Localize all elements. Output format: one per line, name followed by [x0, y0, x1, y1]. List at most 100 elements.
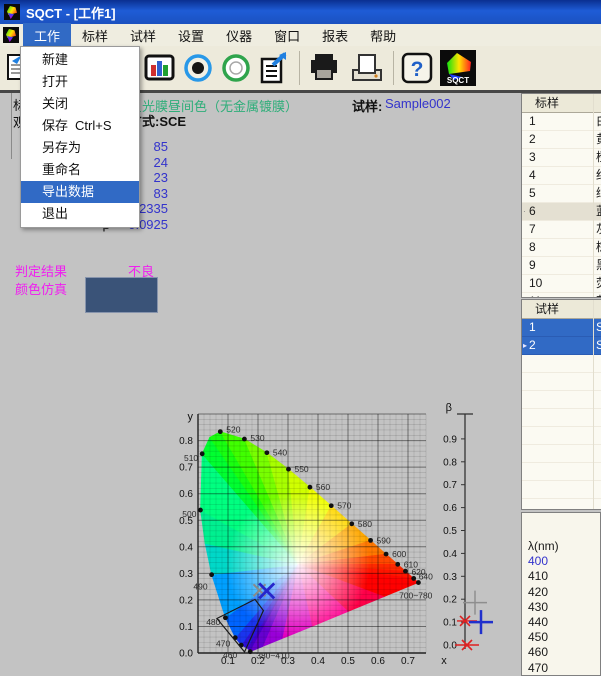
table-row[interactable]: [522, 481, 601, 499]
table-row[interactable]: 1Sample001: [522, 319, 601, 337]
svg-text:y: y: [188, 411, 194, 423]
table-row[interactable]: [522, 373, 601, 391]
export-icon[interactable]: [255, 49, 293, 87]
svg-text:0.2: 0.2: [179, 595, 193, 606]
menu-bar: 工作标样试样设置仪器窗口报表帮助: [0, 24, 601, 47]
svg-text:580: 580: [358, 519, 372, 529]
chart-icon[interactable]: [141, 49, 179, 87]
svg-text:380~410: 380~410: [256, 651, 290, 661]
menu-item-打开[interactable]: 打开: [21, 71, 139, 93]
svg-text:0.6: 0.6: [179, 489, 193, 500]
sample-list-header: 试样: [522, 300, 601, 319]
svg-text:0.2: 0.2: [443, 595, 457, 606]
standard-list-header: 标样: [522, 94, 601, 113]
menu-标样[interactable]: 标样: [71, 23, 119, 48]
table-row[interactable]: [522, 463, 601, 481]
table-row[interactable]: 2黄: [522, 131, 601, 149]
svg-text:0.1: 0.1: [179, 622, 193, 633]
svg-text:470: 470: [216, 639, 230, 649]
svg-text:0.4: 0.4: [311, 656, 325, 667]
svg-text:0.7: 0.7: [443, 480, 457, 491]
table-row[interactable]: 11荧: [522, 293, 601, 298]
help-icon[interactable]: ?: [398, 49, 436, 87]
table-row[interactable]: 8棕: [522, 239, 601, 257]
svg-text:0.5: 0.5: [443, 526, 457, 537]
table-row[interactable]: ▸2Sample002: [522, 337, 601, 355]
svg-text:x: x: [441, 655, 447, 667]
menu-帮助[interactable]: 帮助: [359, 23, 407, 48]
toolbar-separator: [299, 51, 300, 85]
svg-text:0.4: 0.4: [179, 542, 193, 553]
table-row[interactable]: 3橙: [522, 149, 601, 167]
table-row[interactable]: [522, 391, 601, 409]
ring-icon[interactable]: [217, 49, 255, 87]
wavelength-value: 400: [528, 554, 600, 569]
menu-item-保存[interactable]: 保存Ctrl+S: [21, 115, 139, 137]
menu-item-关闭[interactable]: 关闭: [21, 93, 139, 115]
menu-设置[interactable]: 设置: [167, 23, 215, 48]
target-icon[interactable]: [179, 49, 217, 87]
svg-text:0.3: 0.3: [443, 572, 457, 583]
svg-text:490: 490: [193, 582, 207, 592]
svg-text:0.3: 0.3: [179, 569, 193, 580]
svg-text:SQCT: SQCT: [447, 76, 469, 85]
sample-name: Sample002: [385, 96, 451, 111]
table-row[interactable]: [522, 409, 601, 427]
wavelength-value: 420: [528, 585, 600, 600]
document-logo-icon: [3, 27, 19, 43]
svg-text:620: 620: [411, 567, 425, 577]
svg-text:700~780: 700~780: [399, 591, 433, 601]
sample-list-panel: 试样 1Sample001▸2Sample002: [521, 299, 601, 510]
svg-text:460: 460: [223, 650, 237, 660]
app-logo-icon: [4, 4, 20, 20]
table-row[interactable]: 9黑: [522, 257, 601, 275]
svg-text:540: 540: [273, 448, 287, 458]
menu-item-新建[interactable]: 新建: [21, 49, 139, 71]
svg-text:520: 520: [226, 425, 240, 435]
svg-text:500: 500: [182, 509, 196, 519]
table-row[interactable]: 7灰: [522, 221, 601, 239]
menu-仪器[interactable]: 仪器: [215, 23, 263, 48]
print-preview-icon[interactable]: [348, 49, 386, 87]
svg-text:0.8: 0.8: [179, 436, 193, 447]
menu-试样[interactable]: 试样: [119, 23, 167, 48]
table-row[interactable]: 1白: [522, 113, 601, 131]
svg-text:0.6: 0.6: [443, 503, 457, 514]
table-row[interactable]: [522, 427, 601, 445]
menu-工作[interactable]: 工作: [23, 23, 71, 48]
sqct-logo-icon[interactable]: SQCT: [439, 49, 477, 87]
svg-text:610: 610: [404, 559, 418, 569]
svg-text:550: 550: [294, 464, 308, 474]
menu-报表[interactable]: 报表: [311, 23, 359, 48]
menu-item-重命名[interactable]: 重命名: [21, 159, 139, 181]
svg-text:0.6: 0.6: [371, 656, 385, 667]
svg-text:560: 560: [316, 482, 330, 492]
table-row[interactable]: 5绿: [522, 185, 601, 203]
svg-text:0.1: 0.1: [443, 618, 457, 629]
svg-text:590: 590: [377, 535, 391, 545]
standard-list-panel: 标样 1白2黄3橙4红5绿·6蓝7灰8棕9黑10荧11荧: [521, 93, 601, 298]
menu-item-退出[interactable]: 退出: [21, 203, 139, 225]
title-bar: SQCT - [工作1]: [0, 0, 601, 24]
wavelength-value: 470: [528, 661, 600, 676]
menu-item-另存为[interactable]: 另存为: [21, 137, 139, 159]
menu-窗口[interactable]: 窗口: [263, 23, 311, 48]
window-title: SQCT - [工作1]: [26, 3, 116, 22]
svg-text:0.9: 0.9: [443, 434, 457, 445]
svg-text:0.2: 0.2: [251, 656, 265, 667]
svg-text:0.8: 0.8: [443, 457, 457, 468]
color-simulation-swatch: [85, 277, 158, 313]
wavelength-header: λ(nm): [528, 539, 600, 554]
table-row[interactable]: [522, 499, 601, 510]
judge-label: 判定结果: [15, 261, 67, 280]
sample-label: 试样:: [352, 96, 382, 115]
table-row[interactable]: ·6蓝: [522, 203, 601, 221]
table-row[interactable]: [522, 355, 601, 373]
menu-item-导出数据[interactable]: 导出数据: [21, 181, 139, 203]
table-row[interactable]: 10荧: [522, 275, 601, 293]
app-window: SQCT - [工作1] 工作标样试样设置仪器窗口报表帮助: [0, 0, 601, 676]
table-row[interactable]: [522, 445, 601, 463]
table-row[interactable]: 4红: [522, 167, 601, 185]
printer-icon[interactable]: [305, 49, 343, 87]
wavelength-value: 440: [528, 615, 600, 630]
